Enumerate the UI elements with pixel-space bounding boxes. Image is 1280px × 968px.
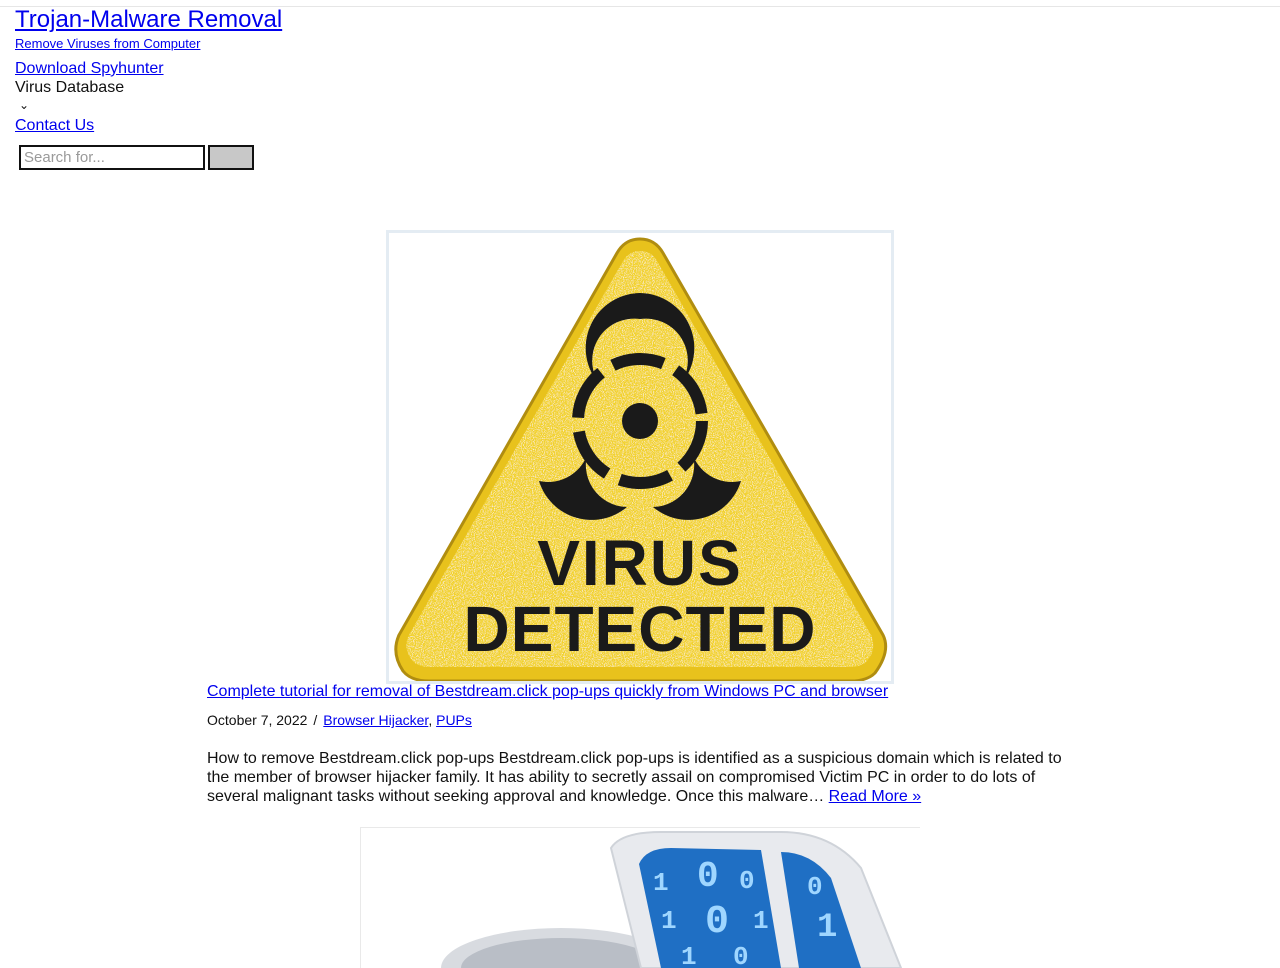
post-excerpt: How to remove Bestdream.click pop-ups Be…	[207, 749, 1077, 806]
site-title-link[interactable]: Trojan-Malware Removal	[15, 6, 282, 34]
chevron-down-icon[interactable]: ⌄	[19, 98, 29, 112]
virus-text: VIRUS	[537, 527, 743, 599]
nav-item-contact-us[interactable]: Contact Us	[15, 117, 94, 135]
post-meta: October 7, 2022 / Browser Hijacker, PUPs	[207, 712, 472, 728]
post-excerpt-text: How to remove Bestdream.click pop-ups Be…	[207, 750, 1062, 805]
binary-digit: 0	[739, 866, 755, 896]
search-input[interactable]	[19, 145, 205, 170]
post-featured-image-virus-detected[interactable]: VIRUS DETECTED	[386, 230, 894, 684]
post-title-link[interactable]: Complete tutorial for removal of Bestdre…	[207, 683, 888, 701]
nav-item-virus-database[interactable]: Virus Database	[15, 79, 124, 97]
binary-digit: 0	[697, 856, 719, 897]
category-link-pups[interactable]: PUPs	[436, 712, 472, 728]
computer-binary-image: 1 0 0 1 0 1 0 1 1 0	[441, 831, 903, 968]
binary-digit: 1	[653, 868, 669, 898]
binary-digit: 1	[661, 906, 677, 936]
meta-separator: /	[313, 712, 318, 728]
read-more-link[interactable]: Read More »	[829, 788, 922, 805]
site-tagline-link[interactable]: Remove Viruses from Computer	[15, 36, 200, 52]
binary-digit: 0	[733, 942, 749, 968]
category-comma: ,	[428, 712, 437, 728]
search-button[interactable]	[208, 145, 254, 170]
binary-digit: 0	[705, 900, 729, 945]
post-date: October 7, 2022	[207, 712, 308, 728]
binary-digit: 1	[753, 906, 769, 936]
binary-digit: 0	[807, 872, 823, 902]
detected-text: DETECTED	[464, 593, 817, 665]
category-link-browser-hijacker[interactable]: Browser Hijacker	[323, 712, 428, 728]
nav-item-download-spyhunter[interactable]: Download Spyhunter	[15, 60, 164, 78]
virus-detected-warning-image: VIRUS DETECTED	[394, 237, 888, 681]
binary-digit: 1	[817, 909, 837, 947]
post-featured-image-computer[interactable]: 1 0 0 1 0 1 0 1 1 0	[360, 827, 920, 968]
binary-digit: 1	[681, 942, 697, 968]
